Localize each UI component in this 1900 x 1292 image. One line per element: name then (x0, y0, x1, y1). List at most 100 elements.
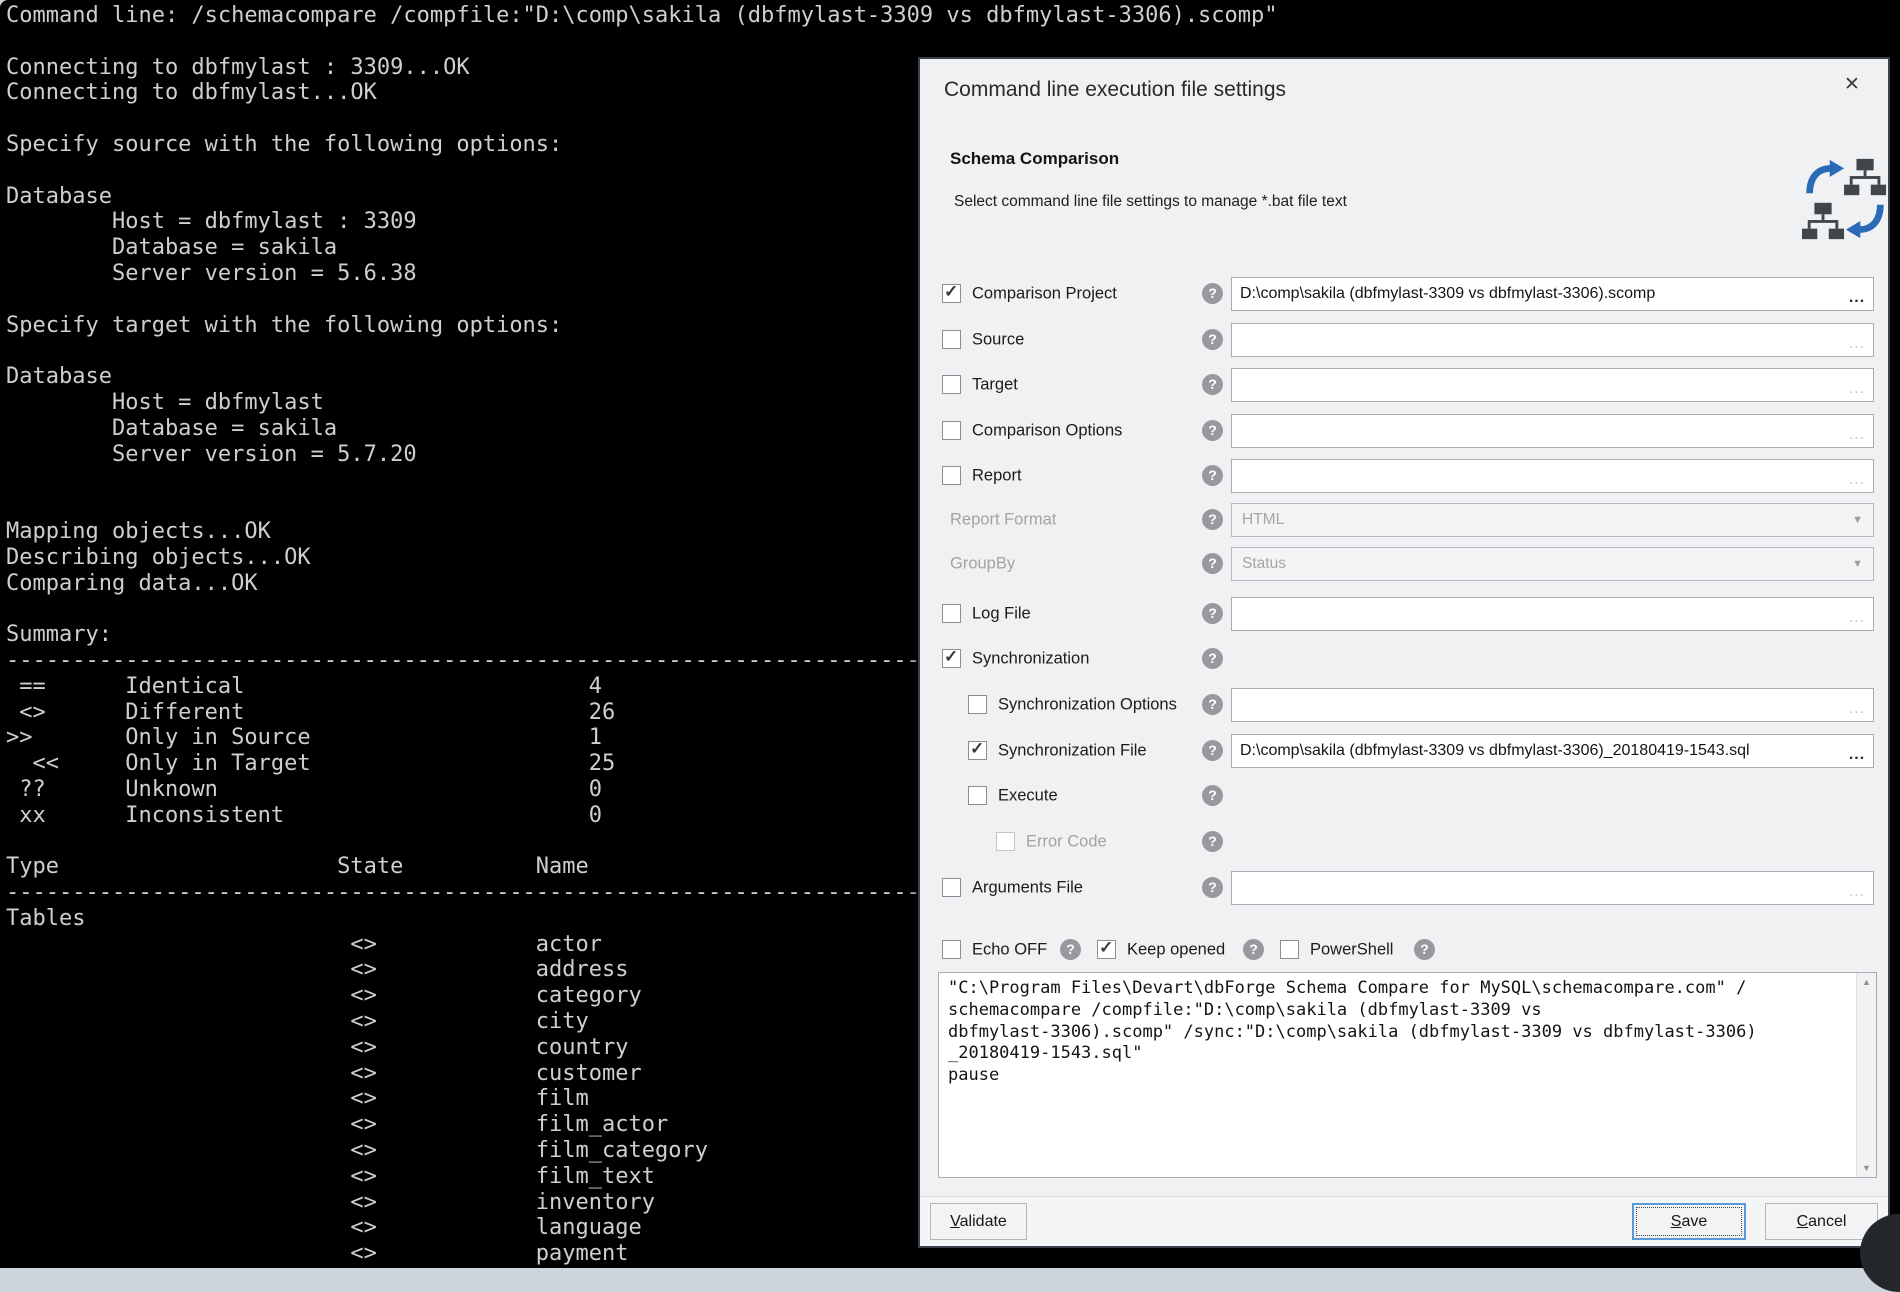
report-input[interactable] (1231, 459, 1874, 493)
comparison-options-label: Comparison Options (972, 422, 1122, 441)
target-label: Target (972, 376, 1018, 395)
comparison-project-label: Comparison Project (972, 285, 1117, 304)
report-format-dropdown: HTML ▼ (1231, 503, 1874, 537)
echo-off-checkbox[interactable]: ✓ (942, 940, 961, 959)
scroll-down-icon[interactable]: ▼ (1857, 1159, 1876, 1177)
help-icon[interactable]: ? (1202, 553, 1223, 574)
browse-button[interactable]: ... (1843, 459, 1871, 489)
save-button[interactable]: Save (1632, 1203, 1746, 1240)
keep-opened-checkbox[interactable]: ✓ (1097, 940, 1116, 959)
report-label: Report (972, 467, 1022, 486)
help-icon[interactable]: ? (1414, 939, 1435, 960)
row-report-format: Report Format ? HTML ▼ (920, 502, 1888, 538)
batch-text[interactable]: "C:\Program Files\Devart\dbForge Schema … (939, 973, 1876, 1087)
keep-opened-label: Keep opened (1127, 941, 1225, 960)
report-format-label: Report Format (950, 511, 1056, 530)
browse-button[interactable]: ... (1843, 323, 1871, 353)
synchronization-options-label: Synchronization Options (998, 696, 1177, 715)
row-report: ✓ Report ? ... (920, 458, 1888, 494)
help-icon[interactable]: ? (1202, 374, 1223, 395)
powershell-label: PowerShell (1310, 941, 1393, 960)
scrollbar[interactable]: ▲ ▼ (1856, 973, 1876, 1177)
execute-label: Execute (998, 787, 1058, 806)
arguments-file-checkbox[interactable]: ✓ (942, 878, 961, 897)
browse-button[interactable]: ... (1843, 871, 1871, 901)
groupby-label: GroupBy (950, 555, 1015, 574)
row-comparison-options: ✓ Comparison Options ? ... (920, 413, 1888, 449)
row-synchronization-options: ✓ Synchronization Options ? ... (920, 687, 1888, 723)
source-label: Source (972, 331, 1024, 350)
powershell-checkbox[interactable]: ✓ (1280, 940, 1299, 959)
browse-button[interactable]: ... (1843, 414, 1871, 444)
validate-button[interactable]: Validate (930, 1203, 1027, 1240)
synchronization-file-input[interactable] (1231, 734, 1874, 768)
close-icon[interactable]: ✕ (1836, 69, 1868, 101)
row-batch-options: ✓ Echo OFF ? ✓ Keep opened ? ✓ PowerShel… (920, 932, 1888, 968)
browse-button[interactable]: ... (1843, 597, 1871, 627)
echo-off-label: Echo OFF (972, 941, 1047, 960)
target-input[interactable] (1231, 368, 1874, 402)
scroll-up-icon[interactable]: ▲ (1857, 973, 1876, 991)
row-arguments-file: ✓ Arguments File ? ... (920, 870, 1888, 906)
comparison-options-checkbox[interactable]: ✓ (942, 421, 961, 440)
comparison-options-input[interactable] (1231, 414, 1874, 448)
browse-button[interactable]: ... (1843, 734, 1871, 764)
log-file-checkbox[interactable]: ✓ (942, 604, 961, 623)
synchronization-options-input[interactable] (1231, 688, 1874, 722)
chevron-down-icon: ▼ (1852, 514, 1863, 526)
row-source: ✓ Source ? ... (920, 322, 1888, 358)
error-code-label: Error Code (1026, 833, 1107, 852)
help-icon[interactable]: ? (1202, 648, 1223, 669)
help-icon[interactable]: ? (1060, 939, 1081, 960)
help-icon[interactable]: ? (1202, 877, 1223, 898)
help-icon[interactable]: ? (1202, 283, 1223, 304)
help-icon[interactable]: ? (1202, 329, 1223, 350)
target-checkbox[interactable]: ✓ (942, 375, 961, 394)
row-target: ✓ Target ? ... (920, 367, 1888, 403)
cancel-button[interactable]: Cancel (1765, 1203, 1878, 1240)
help-icon[interactable]: ? (1202, 509, 1223, 530)
row-error-code: ✓ Error Code ? (920, 824, 1888, 860)
command-line-settings-dialog: Command line execution file settings ✕ S… (918, 57, 1890, 1248)
synchronization-file-label: Synchronization File (998, 742, 1147, 761)
report-format-value: HTML (1242, 511, 1284, 529)
arguments-file-input[interactable] (1231, 871, 1874, 905)
log-file-input[interactable] (1231, 597, 1874, 631)
dialog-title: Command line execution file settings (944, 78, 1286, 102)
help-icon[interactable]: ? (1202, 831, 1223, 852)
browse-button[interactable]: ... (1843, 277, 1871, 307)
help-icon[interactable]: ? (1202, 740, 1223, 761)
synchronization-options-checkbox[interactable]: ✓ (968, 695, 987, 714)
row-synchronization-file: ✓ Synchronization File ? ... (920, 733, 1888, 769)
error-code-checkbox: ✓ (996, 832, 1015, 851)
row-execute: ✓ Execute ? (920, 778, 1888, 814)
window-bottom-edge (0, 1268, 1900, 1284)
row-log-file: ✓ Log File ? ... (920, 596, 1888, 632)
help-icon[interactable]: ? (1243, 939, 1264, 960)
comparison-project-checkbox[interactable]: ✓ (942, 284, 961, 303)
synchronization-label: Synchronization (972, 650, 1089, 669)
check-icon: ✓ (970, 739, 984, 759)
browse-button[interactable]: ... (1843, 368, 1871, 398)
help-icon[interactable]: ? (1202, 785, 1223, 806)
help-icon[interactable]: ? (1202, 603, 1223, 624)
synchronization-file-checkbox[interactable]: ✓ (968, 741, 987, 760)
report-checkbox[interactable]: ✓ (942, 466, 961, 485)
help-icon[interactable]: ? (1202, 694, 1223, 715)
help-icon[interactable]: ? (1202, 465, 1223, 486)
batch-text-box[interactable]: "C:\Program Files\Devart\dbForge Schema … (938, 972, 1877, 1178)
source-checkbox[interactable]: ✓ (942, 330, 961, 349)
chevron-down-icon: ▼ (1852, 558, 1863, 570)
comparison-project-input[interactable] (1231, 277, 1874, 311)
arguments-file-label: Arguments File (972, 879, 1083, 898)
check-icon: ✓ (944, 647, 958, 667)
execute-checkbox[interactable]: ✓ (968, 786, 987, 805)
check-icon: ✓ (944, 282, 958, 302)
source-input[interactable] (1231, 323, 1874, 357)
log-file-label: Log File (972, 605, 1031, 624)
synchronization-checkbox[interactable]: ✓ (942, 649, 961, 668)
section-title: Schema Comparison (950, 149, 1119, 169)
help-icon[interactable]: ? (1202, 420, 1223, 441)
browse-button[interactable]: ... (1843, 688, 1871, 718)
row-synchronization: ✓ Synchronization ? (920, 641, 1888, 677)
